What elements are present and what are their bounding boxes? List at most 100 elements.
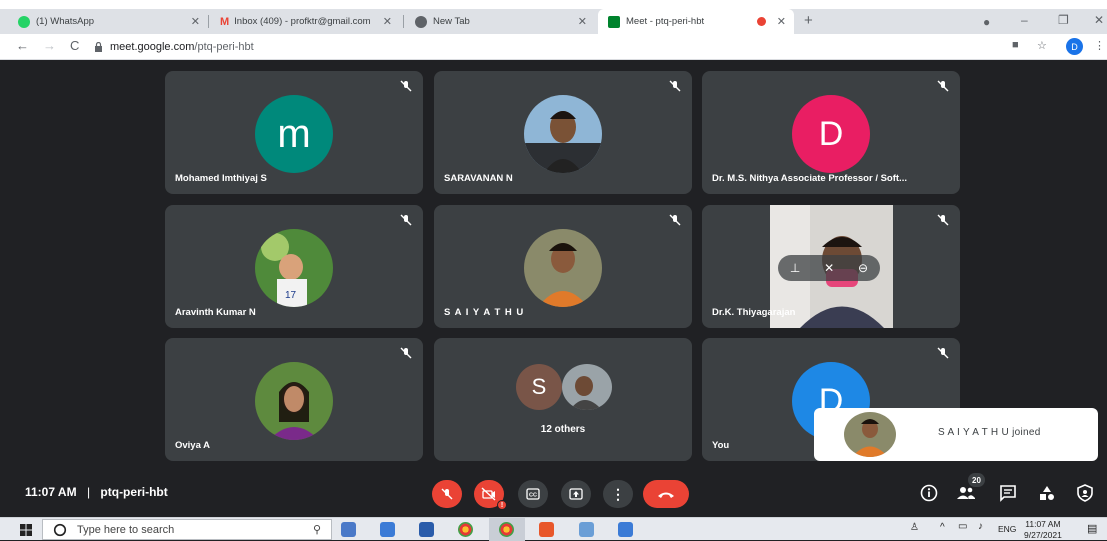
powerpoint-app-icon[interactable]: [539, 522, 554, 537]
participant-tile[interactable]: SARAVANAN N: [434, 71, 692, 194]
task-view-icon[interactable]: [341, 522, 356, 537]
bookmark-star-icon[interactable]: ☆: [1037, 39, 1047, 52]
avatar: m: [255, 95, 333, 173]
remove-icon[interactable]: ⊖: [858, 261, 868, 275]
clock-date: 9/27/2021: [1024, 530, 1062, 540]
url-path: /ptq-peri-hbt: [194, 40, 254, 53]
tab-new-tab[interactable]: New Tab ✕: [405, 9, 595, 34]
close-icon[interactable]: ✕: [191, 15, 200, 28]
store-app-icon[interactable]: [419, 522, 434, 537]
present-button[interactable]: [561, 480, 591, 508]
captions-button[interactable]: CC: [518, 480, 548, 508]
participant-tile[interactable]: Oviya A: [165, 338, 423, 461]
tab-meet[interactable]: Meet - ptq-peri-hbt ✕: [598, 9, 794, 34]
participant-name: Aravinth Kumar N: [175, 307, 256, 318]
reload-button[interactable]: C: [70, 38, 79, 53]
microphone-icon[interactable]: ⚲: [313, 523, 321, 536]
participant-name: Dr.K. Thiyagarajan: [712, 307, 796, 318]
browser-tab-strip: (1) WhatsApp ✕ M Inbox (409) - profktr@g…: [0, 9, 1107, 34]
activities-icon[interactable]: [1037, 483, 1057, 503]
people-tray-icon[interactable]: ♙: [910, 522, 919, 533]
participant-tile[interactable]: S A I Y A T H U: [434, 205, 692, 328]
close-window-button[interactable]: ✕: [1094, 13, 1104, 27]
more-menu-icon[interactable]: ⋮: [1094, 39, 1105, 52]
avatar: [524, 95, 602, 173]
windows-taskbar: Type here to search ⚲ ♙ ^ ▭ ♪ ENG 11:07 …: [0, 517, 1107, 541]
new-tab-button[interactable]: +: [804, 12, 813, 29]
app-icon[interactable]: [618, 522, 633, 537]
more-options-button[interactable]: ⋮: [603, 480, 633, 508]
camera-off-icon: [481, 487, 496, 501]
avatar: [255, 362, 333, 440]
mic-off-icon: [669, 80, 681, 92]
tray-chevron-icon[interactable]: ^: [940, 522, 945, 533]
participant-name: You: [712, 440, 730, 451]
notifications-icon[interactable]: ▤: [1087, 522, 1097, 535]
participant-tile[interactable]: ⊥ ✕ ⊖ Dr.K. Thiyagarajan: [702, 205, 960, 328]
forward-button[interactable]: →: [43, 38, 56, 53]
pin-icon[interactable]: ⊥: [790, 261, 800, 275]
divider: |: [86, 485, 91, 499]
mic-toggle-button[interactable]: [432, 480, 462, 508]
chrome-app-icon[interactable]: [499, 522, 514, 537]
close-icon[interactable]: ✕: [383, 15, 392, 28]
gmail-icon: M: [220, 15, 230, 28]
camera-toggle-button[interactable]: !: [474, 480, 507, 510]
people-count-badge: 20: [968, 473, 985, 487]
svg-text:CC: CC: [529, 493, 537, 499]
chat-icon[interactable]: [998, 483, 1018, 503]
close-icon[interactable]: ✕: [777, 15, 786, 28]
restore-button[interactable]: ❐: [1058, 13, 1069, 27]
minimize-button[interactable]: –: [1021, 13, 1028, 27]
mic-off-icon: [937, 347, 949, 359]
address-bar[interactable]: meet.google.com /ptq-peri-hbt: [94, 37, 994, 56]
captions-icon: CC: [526, 488, 540, 500]
people-button[interactable]: 20: [956, 473, 985, 503]
chrome-menu-icon[interactable]: ●: [983, 15, 990, 29]
input-language[interactable]: ENG: [998, 524, 1016, 534]
system-clock[interactable]: 11:07 AM 9/27/2021: [1024, 519, 1062, 541]
avatar: 17: [255, 229, 333, 307]
volume-icon[interactable]: ♪: [978, 521, 983, 532]
mic-off-icon: [937, 80, 949, 92]
meet-stage: m Mohamed Imthiyaj S SARAVANAN N D Dr. M…: [0, 61, 1107, 517]
leave-call-button[interactable]: [643, 480, 689, 508]
tab-title: New Tab: [433, 16, 470, 27]
profile-avatar[interactable]: D: [1066, 38, 1083, 55]
avatar: [844, 412, 896, 457]
network-icon[interactable]: ▭: [958, 521, 967, 532]
meeting-time: 11:07 AM: [25, 485, 77, 499]
participant-tile[interactable]: D Dr. M.S. Nithya Associate Professor / …: [702, 71, 960, 194]
participant-tile[interactable]: 17 Aravinth Kumar N: [165, 205, 423, 328]
host-controls-icon[interactable]: [1075, 483, 1095, 503]
tab-whatsapp[interactable]: (1) WhatsApp ✕: [8, 9, 208, 34]
warning-badge-icon: !: [497, 500, 507, 510]
meet-control-bar: 11:07 AM | ptq-peri-hbt ! CC ⋮ 20: [0, 471, 1107, 515]
tab-title: Meet - ptq-peri-hbt: [626, 16, 705, 27]
close-icon[interactable]: ✕: [578, 15, 587, 28]
meeting-info-icon[interactable]: [919, 483, 939, 503]
taskbar-search-input[interactable]: Type here to search ⚲: [42, 519, 332, 540]
avatar: [524, 229, 602, 307]
chrome-icon: [415, 15, 427, 28]
camera-in-use-icon[interactable]: ■: [1012, 39, 1019, 51]
mute-participant-icon[interactable]: ✕: [824, 261, 834, 275]
tab-title: (1) WhatsApp: [36, 16, 95, 27]
photos-app-icon[interactable]: [380, 522, 395, 537]
avatar: [562, 364, 612, 410]
whatsapp-icon: [18, 15, 30, 28]
participant-name: S A I Y A T H U: [444, 307, 525, 318]
back-button[interactable]: ←: [16, 38, 29, 53]
join-notification: S A I Y A T H U joined: [814, 408, 1098, 461]
mic-off-icon: [441, 488, 453, 500]
url-host: meet.google.com: [110, 40, 195, 53]
tab-gmail[interactable]: M Inbox (409) - profktr@gmail.com ✕: [210, 9, 400, 34]
others-tile[interactable]: S 12 others: [434, 338, 692, 461]
windows-start-icon[interactable]: [20, 524, 32, 536]
tile-hover-controls: ⊥ ✕ ⊖: [778, 255, 880, 281]
chrome-app-icon[interactable]: [458, 522, 473, 537]
participant-tile[interactable]: m Mohamed Imthiyaj S: [165, 71, 423, 194]
app-icon[interactable]: [579, 522, 594, 537]
meet-icon: [608, 15, 620, 28]
avatar: D: [792, 95, 870, 173]
